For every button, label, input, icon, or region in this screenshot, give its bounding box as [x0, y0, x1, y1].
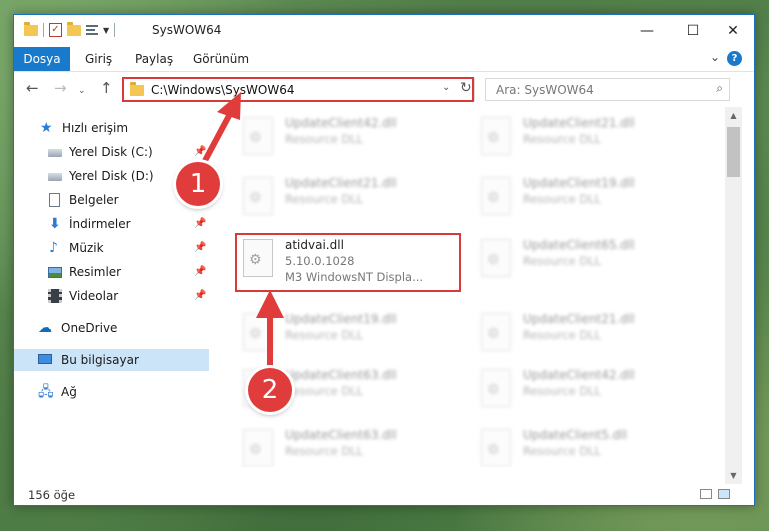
step-badge-1: 1 [176, 162, 220, 206]
annotation-arrowhead-2 [256, 290, 284, 318]
annotation-arrow-1 [197, 109, 234, 173]
annotation-arrows [197, 92, 284, 373]
annotation-arrowhead-1 [217, 92, 241, 120]
step-badge-2: 2 [248, 368, 292, 412]
